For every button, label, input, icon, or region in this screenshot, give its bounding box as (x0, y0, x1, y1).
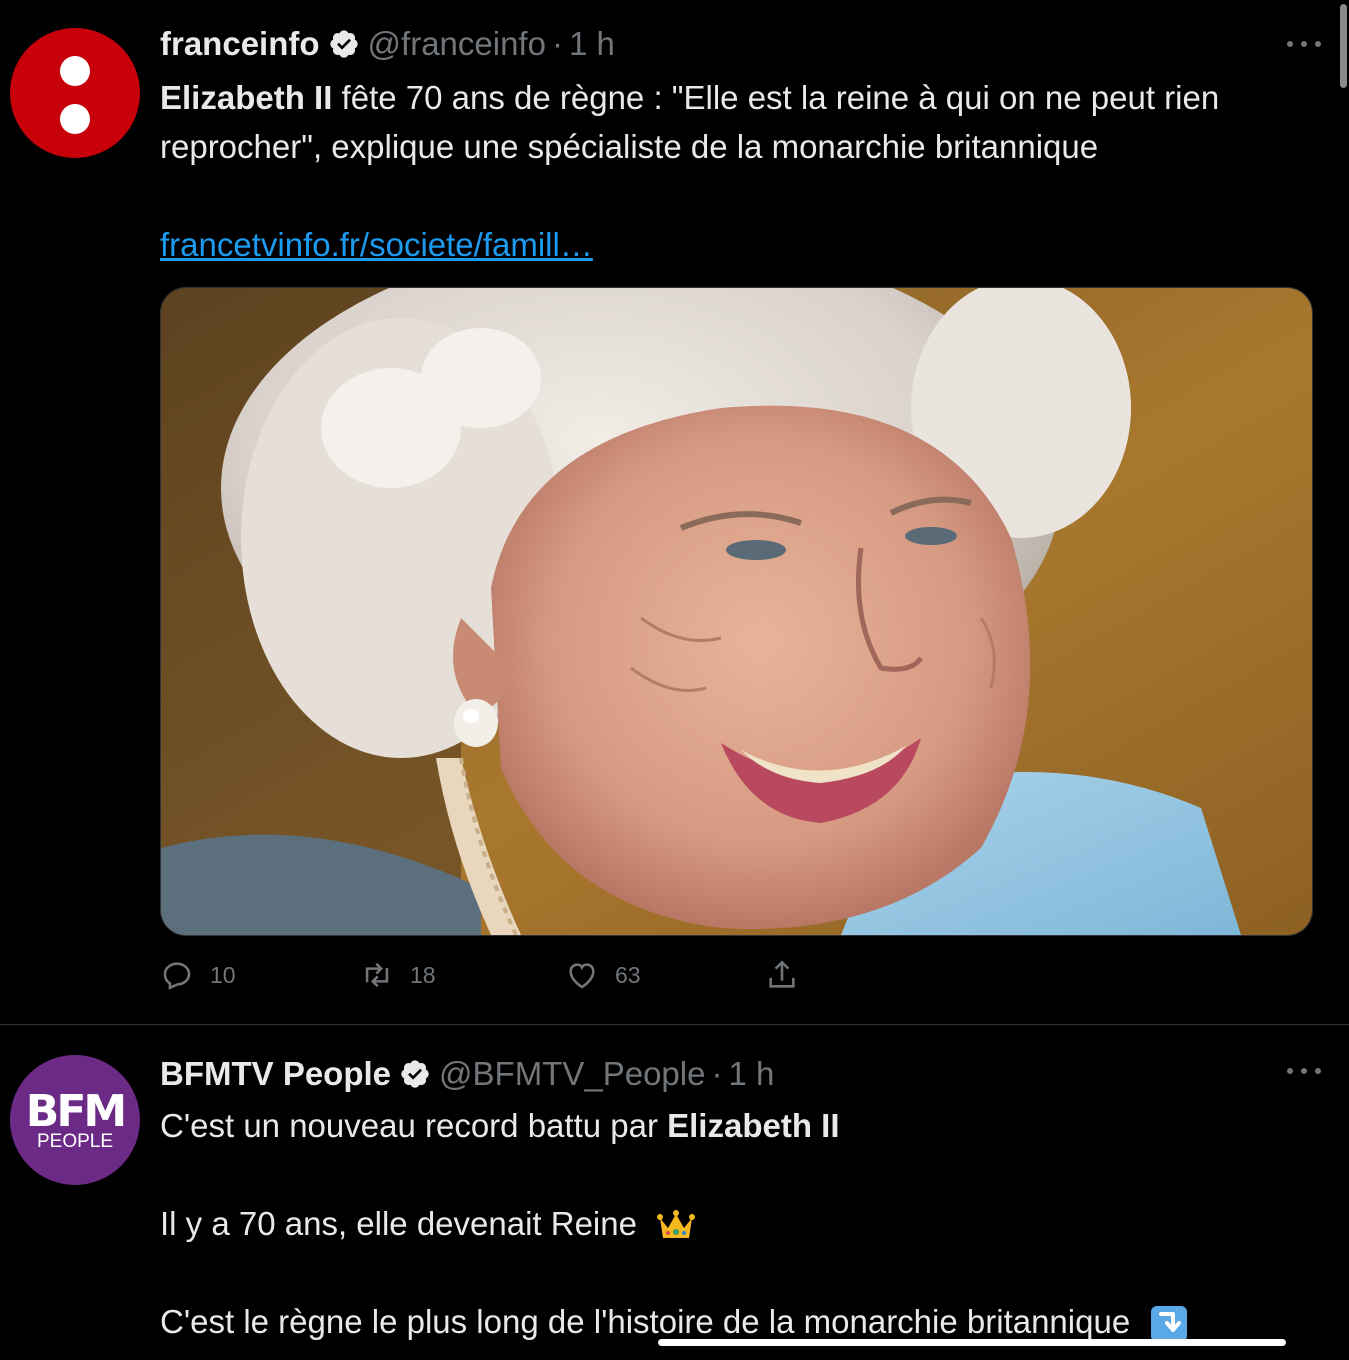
tweet-line1-text: C'est un nouveau record battu par (160, 1107, 668, 1144)
reply-icon (163, 962, 191, 990)
author-handle[interactable]: @BFMTV_People (439, 1055, 705, 1093)
logo-text-small: PEOPLE (36, 1131, 114, 1152)
like-count: 63 (615, 961, 641, 988)
separator-dot: · (711, 1055, 723, 1092)
tweet-text: C'est un nouveau record battu par Elizab… (160, 1101, 1320, 1346)
author-name[interactable]: franceinfo (160, 25, 320, 63)
logo-text-big: BFM (25, 1086, 127, 1137)
tweet-photo[interactable] (160, 287, 1313, 936)
tweet-header: franceinfo @franceinfo · 1 h (160, 22, 615, 66)
retweet-button[interactable]: 18 (360, 955, 436, 995)
tweet-header: BFMTV People @BFMTV_People · 1 h (160, 1052, 774, 1096)
author-handle[interactable]: @franceinfo (368, 25, 546, 63)
tweet-time[interactable]: 1 h (569, 25, 615, 63)
author-name[interactable]: BFMTV People (160, 1055, 391, 1093)
retweet-icon (365, 962, 389, 988)
heart-icon (569, 963, 595, 989)
queen-portrait-image (161, 288, 1312, 935)
avatar-bfmtv-people[interactable]: BFM PEOPLE (10, 1055, 140, 1185)
separator-dot: · (551, 25, 563, 62)
arrow-down-right-emoji-icon (1151, 1306, 1188, 1343)
share-icon (769, 960, 795, 988)
avatar-franceinfo[interactable] (10, 28, 140, 158)
franceinfo-logo-dot (60, 104, 90, 134)
tweet-bfmtv-people[interactable]: BFM PEOPLE BFMTV People @BFMTV_People · … (0, 1025, 1349, 1360)
reply-count: 10 (210, 961, 236, 988)
verified-badge-icon (401, 1060, 429, 1088)
tweet-line3-text: C'est le règne le plus long de l'histoir… (160, 1303, 1131, 1340)
reply-button[interactable]: 10 (160, 955, 236, 995)
article-link[interactable]: francetvinfo.fr/societe/famill… (160, 226, 593, 263)
tweet-text-bold: Elizabeth II (160, 79, 333, 116)
verified-badge-icon (329, 30, 358, 58)
like-button[interactable]: 63 (565, 955, 641, 995)
tweet-text: Elizabeth II fête 70 ans de règne : "Ell… (160, 73, 1320, 269)
share-button[interactable] (765, 955, 799, 995)
franceinfo-logo-dot (60, 56, 90, 86)
bfm-people-logo: BFM PEOPLE (10, 1055, 140, 1185)
retweet-count: 18 (410, 961, 436, 988)
tweet-line1-bold: Elizabeth II (667, 1107, 840, 1144)
more-options-icon[interactable] (1287, 34, 1321, 54)
text-selection-bar (658, 1339, 1286, 1346)
crown-emoji-icon (657, 1210, 696, 1239)
tweet-line2-text: Il y a 70 ans, elle devenait Reine (160, 1205, 637, 1242)
vertical-scrollbar[interactable] (1340, 4, 1347, 88)
more-options-icon[interactable] (1287, 1061, 1321, 1081)
tweet-actions: 10 18 63 (160, 955, 860, 995)
tweet-franceinfo[interactable]: franceinfo @franceinfo · 1 h Elizabeth I… (0, 0, 1349, 1025)
tweet-time[interactable]: 1 h (728, 1055, 774, 1093)
